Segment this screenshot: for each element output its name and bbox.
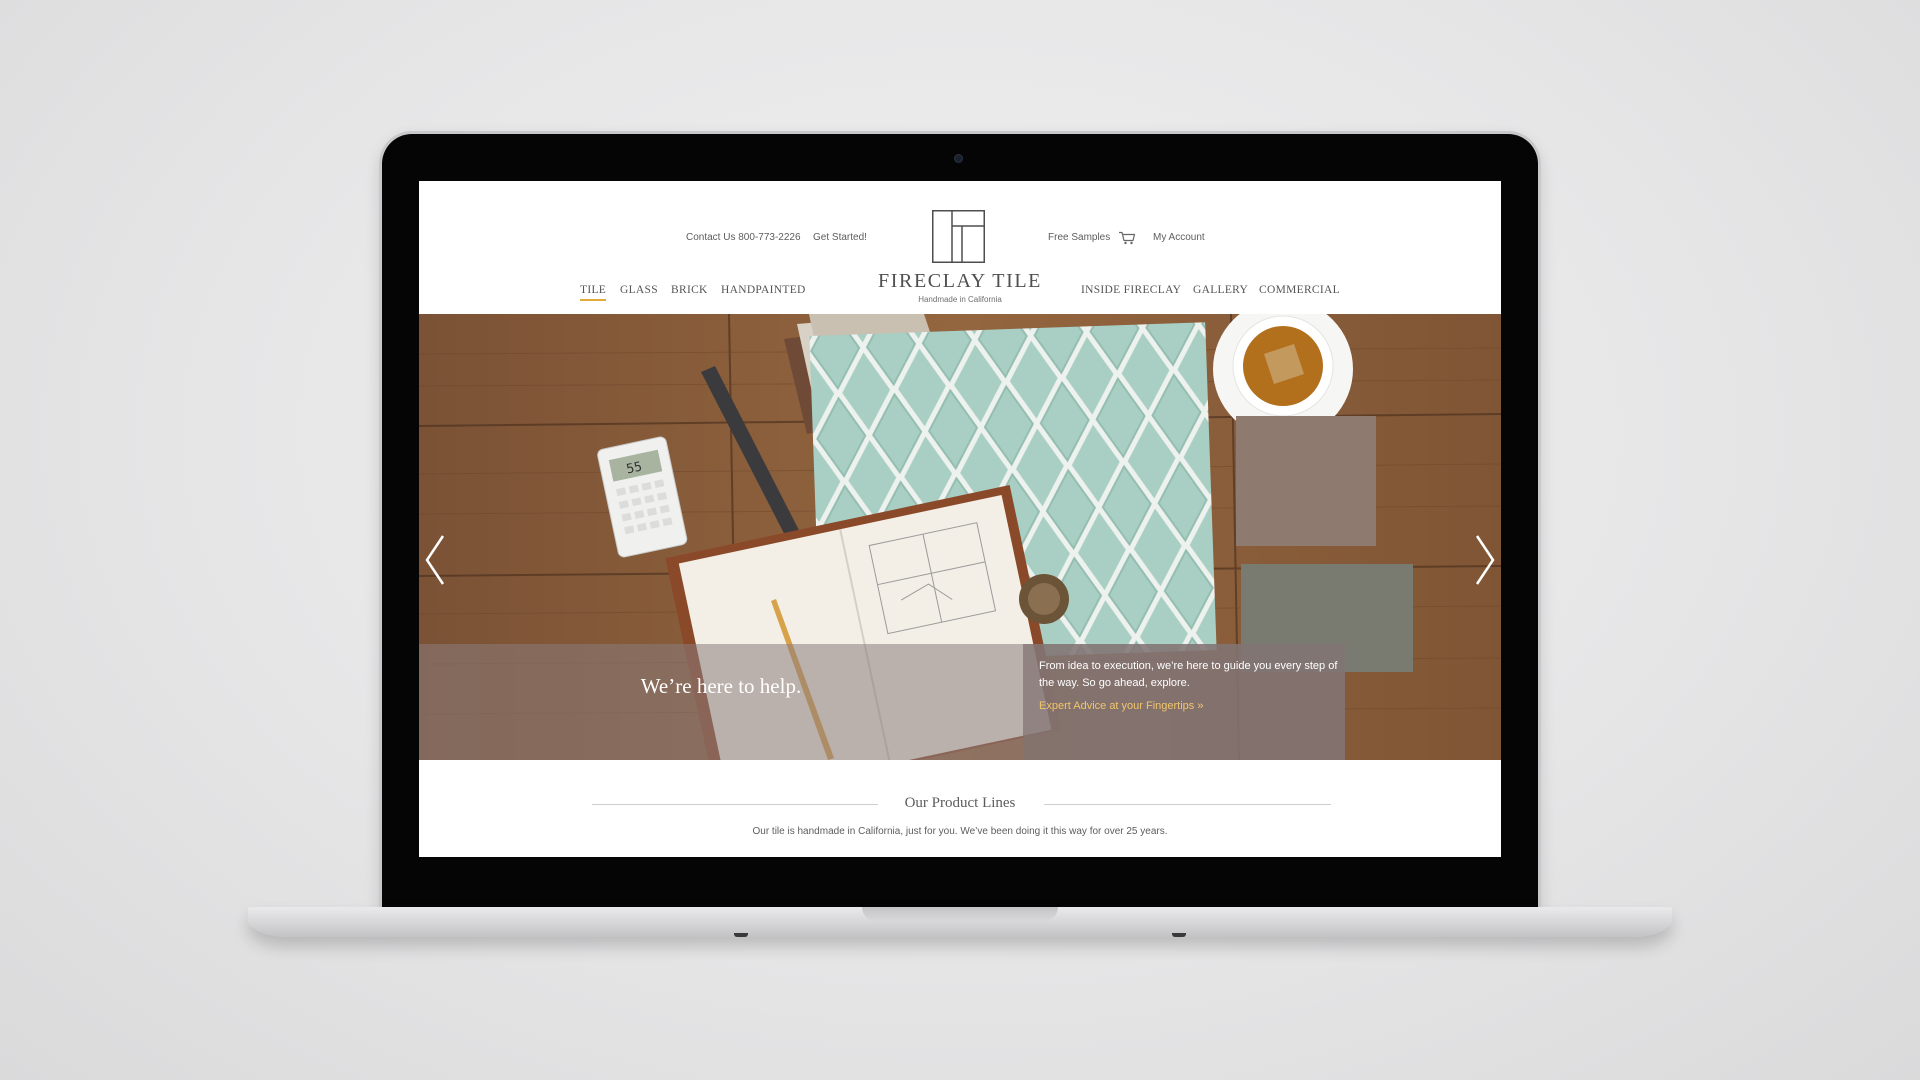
my-account-link[interactable]: My Account	[1153, 232, 1205, 243]
section-divider	[1044, 804, 1331, 805]
laptop-foot	[734, 933, 748, 937]
nav-inside-fireclay[interactable]: INSIDE FIRECLAY	[1081, 284, 1181, 296]
contact-link[interactable]: Contact Us 800-773-2226	[686, 232, 801, 243]
hero-headline: We’re here to help.	[640, 674, 802, 698]
fireclay-logo-icon[interactable]	[932, 210, 985, 263]
chevron-left-icon[interactable]	[423, 532, 447, 588]
shopping-cart-icon[interactable]	[1118, 231, 1136, 245]
chevron-right-icon[interactable]	[1473, 532, 1497, 588]
hero-slider: 55 We’re here to help. From idea to exec…	[419, 314, 1501, 760]
expert-advice-link[interactable]: Expert Advice at your Fingertips »	[1039, 700, 1203, 712]
hero-copy-panel: From idea to execution, we’re here to gu…	[1023, 644, 1345, 760]
nav-commercial[interactable]: COMMERCIAL	[1259, 284, 1340, 296]
free-samples-link[interactable]: Free Samples	[1048, 232, 1110, 243]
logo-wordmark[interactable]: FIRECLAY TILE	[860, 270, 1060, 293]
calculator-display: 55	[625, 460, 643, 478]
nav-handpainted[interactable]: HANDPAINTED	[721, 284, 806, 296]
laptop-foot	[1172, 933, 1186, 937]
product-lines-subtitle: Our tile is handmade in California, just…	[752, 826, 1168, 837]
site-header: Contact Us 800-773-2226 Get Started! FIR…	[419, 181, 1501, 314]
nav-glass[interactable]: GLASS	[620, 284, 658, 296]
nav-tile[interactable]: TILE	[580, 284, 607, 301]
hero-headline-panel: We’re here to help.	[419, 644, 1023, 760]
hero-body-text: From idea to execution, we’re here to gu…	[1039, 660, 1338, 689]
logo-tagline: Handmade in California	[918, 295, 1002, 304]
laptop-notch	[862, 907, 1058, 921]
laptop-base	[248, 907, 1672, 937]
nav-brick[interactable]: BRICK	[671, 284, 708, 296]
product-lines-title: Our Product Lines	[904, 795, 1016, 811]
camera-icon	[954, 154, 963, 163]
browser-screen: Contact Us 800-773-2226 Get Started! FIR…	[419, 181, 1501, 857]
nav-gallery[interactable]: GALLERY	[1193, 284, 1248, 296]
get-started-link[interactable]: Get Started!	[813, 232, 867, 243]
